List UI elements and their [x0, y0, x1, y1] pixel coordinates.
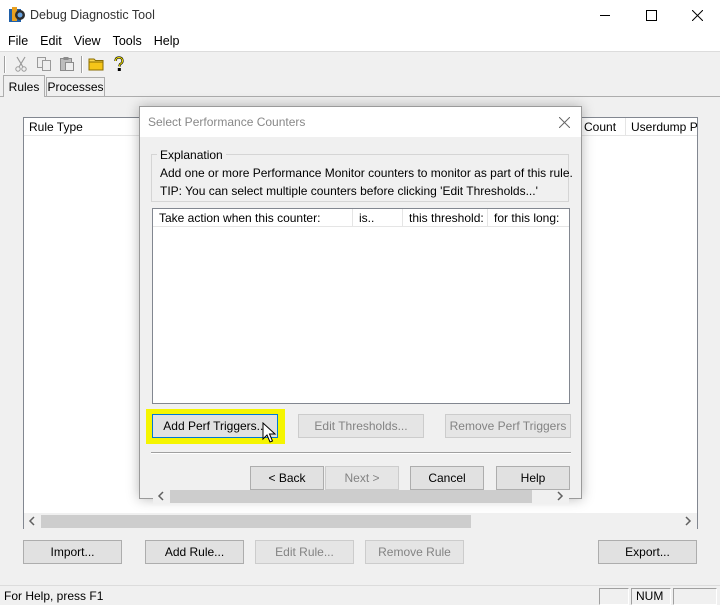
close-icon[interactable] [674, 0, 720, 31]
dialog-divider [151, 452, 571, 454]
window-title: Debug Diagnostic Tool [30, 8, 155, 22]
menu-edit[interactable]: Edit [34, 31, 68, 51]
add-rule-button[interactable]: Add Rule... [145, 540, 244, 564]
paste-icon[interactable] [58, 55, 76, 73]
cancel-button[interactable]: Cancel [410, 466, 484, 490]
scroll-right-icon[interactable] [555, 490, 565, 505]
scroll-left-icon[interactable] [156, 490, 166, 505]
minimize-icon[interactable] [582, 0, 628, 31]
menu-help[interactable]: Help [148, 31, 186, 51]
status-panel-empty [599, 588, 629, 605]
edit-thresholds-button[interactable]: Edit Thresholds... [298, 414, 424, 438]
column-header-count[interactable]: Count [579, 118, 626, 136]
horizontal-scrollbar[interactable] [153, 488, 569, 504]
menu-file[interactable]: File [2, 31, 34, 51]
status-bar: For Help, press F1 NUM [0, 585, 720, 605]
edit-rule-button[interactable]: Edit Rule... [255, 540, 354, 564]
cut-icon[interactable] [12, 55, 30, 73]
mouse-cursor-icon [262, 421, 278, 444]
explanation-title: Explanation [157, 148, 226, 162]
import-button[interactable]: Import... [23, 540, 122, 564]
export-button[interactable]: Export... [598, 540, 697, 564]
toolbar [0, 52, 720, 76]
column-header-duration[interactable]: for this long: [488, 209, 569, 227]
column-header-threshold[interactable]: this threshold: [403, 209, 488, 227]
explanation-text: Add one or more Performance Monitor coun… [160, 166, 573, 180]
status-panel-num: NUM [631, 588, 671, 605]
toolbar-separator [81, 56, 83, 73]
tip-text: TIP: You can select multiple counters be… [160, 184, 538, 198]
tab-strip-line [0, 96, 720, 97]
remove-perf-triggers-button[interactable]: Remove Perf Triggers [445, 414, 571, 438]
scroll-left-icon[interactable] [27, 515, 37, 530]
horizontal-scrollbar[interactable] [24, 513, 697, 529]
open-folder-icon[interactable] [87, 55, 105, 73]
menu-bar: File Edit View Tools Help [0, 31, 720, 51]
menu-view[interactable]: View [68, 31, 107, 51]
back-button[interactable]: < Back [250, 466, 324, 490]
title-bar: Debug Diagnostic Tool [0, 0, 720, 31]
column-header-counter[interactable]: Take action when this counter: [153, 209, 353, 227]
debugdiag-app-icon [8, 7, 26, 24]
column-header-is[interactable]: is.. [353, 209, 403, 227]
status-panel-scroll [673, 588, 717, 605]
close-icon[interactable] [550, 111, 578, 133]
menu-tools[interactable]: Tools [107, 31, 148, 51]
tab-processes[interactable]: Processes [46, 77, 105, 96]
maximize-icon[interactable] [628, 0, 674, 31]
scroll-right-icon[interactable] [683, 515, 693, 530]
next-button[interactable]: Next > [325, 466, 399, 490]
remove-rule-button[interactable]: Remove Rule [365, 540, 464, 564]
scrollbar-thumb[interactable] [41, 515, 471, 528]
scrollbar-thumb[interactable] [170, 490, 532, 503]
perf-counter-list[interactable]: Take action when this counter: is.. this… [152, 208, 570, 504]
tab-rules[interactable]: Rules [3, 75, 45, 97]
help-icon[interactable] [110, 55, 128, 73]
help-button[interactable]: Help [496, 466, 570, 490]
select-performance-counters-dialog: Select Performance Counters Explanation … [139, 106, 582, 504]
toolbar-grip [4, 56, 6, 73]
column-header-userdump-path[interactable]: Userdump Pat [626, 118, 697, 136]
dialog-title: Select Performance Counters [148, 115, 306, 129]
dialog-title-bar: Select Performance Counters [140, 107, 581, 137]
add-perf-triggers-button[interactable]: Add Perf Triggers... [152, 414, 278, 438]
copy-icon[interactable] [35, 55, 53, 73]
status-text: For Help, press F1 [4, 589, 104, 603]
